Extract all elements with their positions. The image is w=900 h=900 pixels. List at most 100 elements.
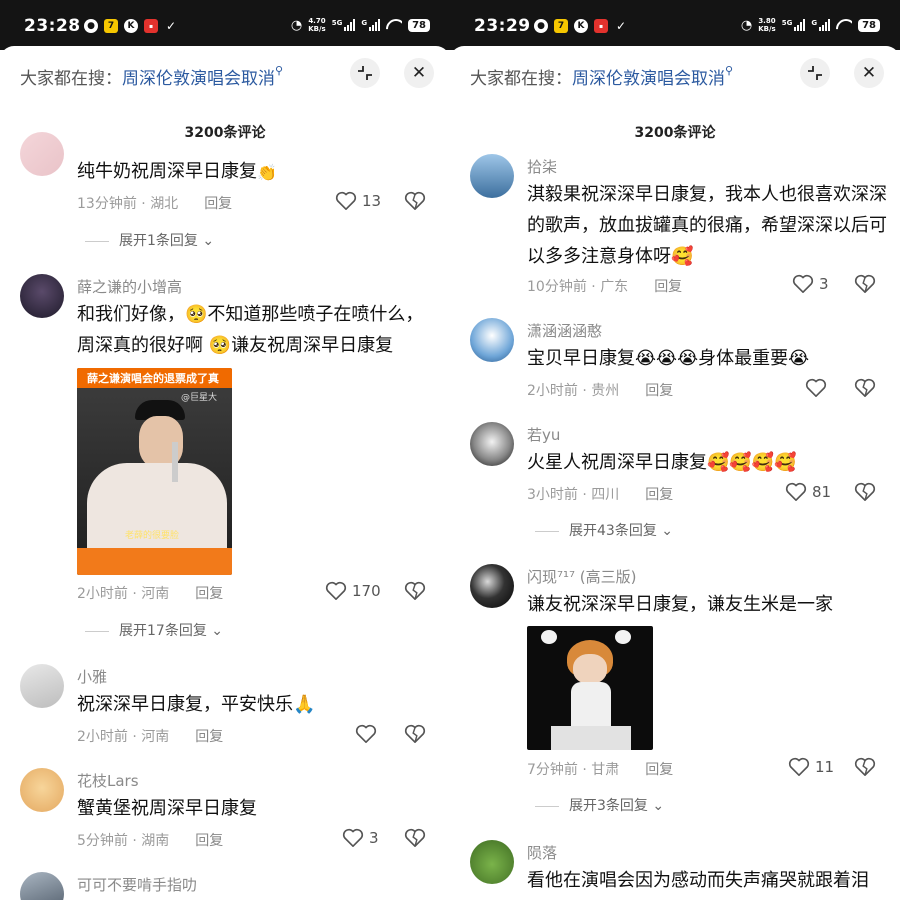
expand-replies[interactable]: 展开1条回复 ⌄ <box>85 230 214 250</box>
signal-icon: 5G <box>332 19 356 31</box>
search-suggestion[interactable]: 大家都在搜：周深伦敦演唱会取消⚲ <box>20 64 283 89</box>
expand-replies[interactable]: 展开3条回复 ⌄ <box>535 795 664 815</box>
close-button[interactable]: ✕ <box>404 58 434 88</box>
status-time: 23:29 <box>474 16 531 36</box>
like-count: 81 <box>812 483 832 501</box>
reply-button[interactable]: 回复 <box>204 196 232 212</box>
username[interactable]: 若yu <box>527 424 560 445</box>
comment-text: 祝深深早日康复，平安快乐🙏 <box>77 694 316 715</box>
dislike-button[interactable] <box>854 757 876 781</box>
speed-icon: ◔ <box>740 17 753 33</box>
avatar[interactable] <box>20 664 64 708</box>
username[interactable]: 拾柒 <box>527 156 557 177</box>
broken-heart-icon <box>404 581 426 600</box>
notification-app-icon: 7 <box>104 19 118 33</box>
username[interactable]: 陨落 <box>527 842 557 863</box>
dislike-button[interactable] <box>854 274 876 298</box>
close-button[interactable]: ✕ <box>854 58 884 88</box>
like-count: 3 <box>819 275 829 293</box>
right-screenshot: 23:29 ● 7 K ▪ ✓ ◔ 3.80 KB/s 5G G 78 大家都在搜… <box>450 0 900 900</box>
search-keyword-link[interactable]: 周深伦敦演唱会取消 <box>572 69 725 89</box>
comment-sheet: 大家都在搜：周深伦敦演唱会取消⚲ ✕ 3200条评论 拾柒 淇毅果祝深深早日康复… <box>450 46 900 900</box>
reply-button[interactable]: 回复 <box>195 729 223 745</box>
comment-meta: 3小时前 · 四川 回复 <box>527 487 674 503</box>
username[interactable]: 薛之谦的小增高 <box>77 276 182 297</box>
reply-button[interactable]: 回复 <box>645 487 673 503</box>
avatar[interactable] <box>470 564 514 608</box>
username[interactable]: 可可不要啃手指叻 <box>77 874 197 895</box>
collapse-button[interactable] <box>800 58 830 88</box>
dislike-button[interactable] <box>404 724 426 748</box>
collapse-icon <box>358 66 372 80</box>
comment-meta: 5分钟前 · 湖南 回复 <box>77 833 224 849</box>
avatar[interactable] <box>470 840 514 884</box>
signal-icon: G <box>361 19 381 31</box>
comment-text: 火星人祝周深早日康复🥰🥰🥰🥰 <box>527 452 797 473</box>
dislike-button[interactable] <box>854 378 876 402</box>
wifi-icon <box>386 19 402 31</box>
like-button[interactable] <box>355 724 377 744</box>
search-suggestion[interactable]: 大家都在搜：周深伦敦演唱会取消⚲ <box>470 64 733 89</box>
reply-button[interactable]: 回复 <box>645 762 673 778</box>
like-count: 3 <box>369 829 379 847</box>
like-button[interactable]: 13 <box>335 191 381 211</box>
signal-icon: 5G <box>782 19 806 31</box>
avatar[interactable] <box>470 318 514 362</box>
comment-text: 宝贝早日康复😭😭😭身体最重要😭 <box>527 348 810 369</box>
reply-button[interactable]: 回复 <box>645 383 673 399</box>
broken-heart-icon <box>404 191 426 210</box>
comment-image[interactable] <box>527 626 653 750</box>
broken-heart-icon <box>854 757 876 776</box>
avatar[interactable] <box>470 422 514 466</box>
username[interactable]: 闪现⁷¹⁷ (高三版) <box>527 566 637 587</box>
search-keyword-link[interactable]: 周深伦敦演唱会取消 <box>122 69 275 89</box>
network-speed: 3.80 KB/s <box>758 17 776 33</box>
dislike-button[interactable] <box>404 581 426 605</box>
comment-text: 蟹黄堡祝周深早日康复 <box>77 798 257 819</box>
comment-meta: 10分钟前 · 广东 回复 <box>527 279 683 295</box>
avatar[interactable] <box>20 132 64 176</box>
reply-button[interactable]: 回复 <box>195 833 223 849</box>
comment-text: 淇毅果祝深深早日康复，我本人也很喜欢深深的歌声，放血拔罐真的很痛，希望深深以后可… <box>527 184 887 267</box>
like-button[interactable] <box>805 378 827 398</box>
like-button[interactable]: 81 <box>785 482 831 502</box>
expand-replies[interactable]: 展开43条回复 ⌄ <box>535 520 673 540</box>
like-button[interactable]: 170 <box>325 581 381 601</box>
notification-app-icon: 7 <box>554 19 568 33</box>
reply-button[interactable]: 回复 <box>654 279 682 295</box>
broken-heart-icon <box>404 724 426 743</box>
dislike-button[interactable] <box>854 482 876 506</box>
expand-replies[interactable]: 展开17条回复 ⌄ <box>85 620 223 640</box>
like-button[interactable]: 3 <box>792 274 829 294</box>
username[interactable]: 小雅 <box>77 666 107 687</box>
like-count: 11 <box>815 758 835 776</box>
comment-image[interactable]: 薛之谦演唱会的退票成了真 @巨星大 老薛的很要脸 <box>77 368 232 575</box>
heart-icon <box>792 274 814 293</box>
battery-icon: 78 <box>858 18 880 32</box>
notification-app-icon: K <box>574 19 588 33</box>
notification-app-icon: ● <box>534 19 548 33</box>
avatar[interactable] <box>20 872 64 900</box>
like-count: 13 <box>362 192 382 210</box>
heart-icon <box>788 757 810 776</box>
avatar[interactable] <box>470 154 514 198</box>
network-speed: 4.70 KB/s <box>308 17 326 33</box>
avatar[interactable] <box>20 274 64 318</box>
collapse-button[interactable] <box>350 58 380 88</box>
status-bar: 23:29 ● 7 K ▪ ✓ ◔ 3.80 KB/s 5G G 78 <box>450 0 900 50</box>
comment-meta: 2小时前 · 河南 回复 <box>77 586 224 602</box>
heart-icon <box>325 581 347 600</box>
username[interactable]: 潇涵涵涵憨 <box>527 320 602 341</box>
dislike-button[interactable] <box>404 828 426 852</box>
like-button[interactable]: 3 <box>342 828 379 848</box>
image-subtitle: 老薛的很要脸 <box>125 531 180 541</box>
dislike-button[interactable] <box>404 191 426 215</box>
reply-button[interactable]: 回复 <box>195 586 223 602</box>
heart-icon <box>342 828 364 847</box>
wifi-icon <box>836 19 852 31</box>
comment-text: 纯牛奶祝周深早日康复👏 <box>77 161 277 182</box>
username[interactable]: 花枝Lars <box>77 770 139 791</box>
avatar[interactable] <box>20 768 64 812</box>
like-button[interactable]: 11 <box>788 757 834 777</box>
check-icon: ✓ <box>165 19 177 33</box>
